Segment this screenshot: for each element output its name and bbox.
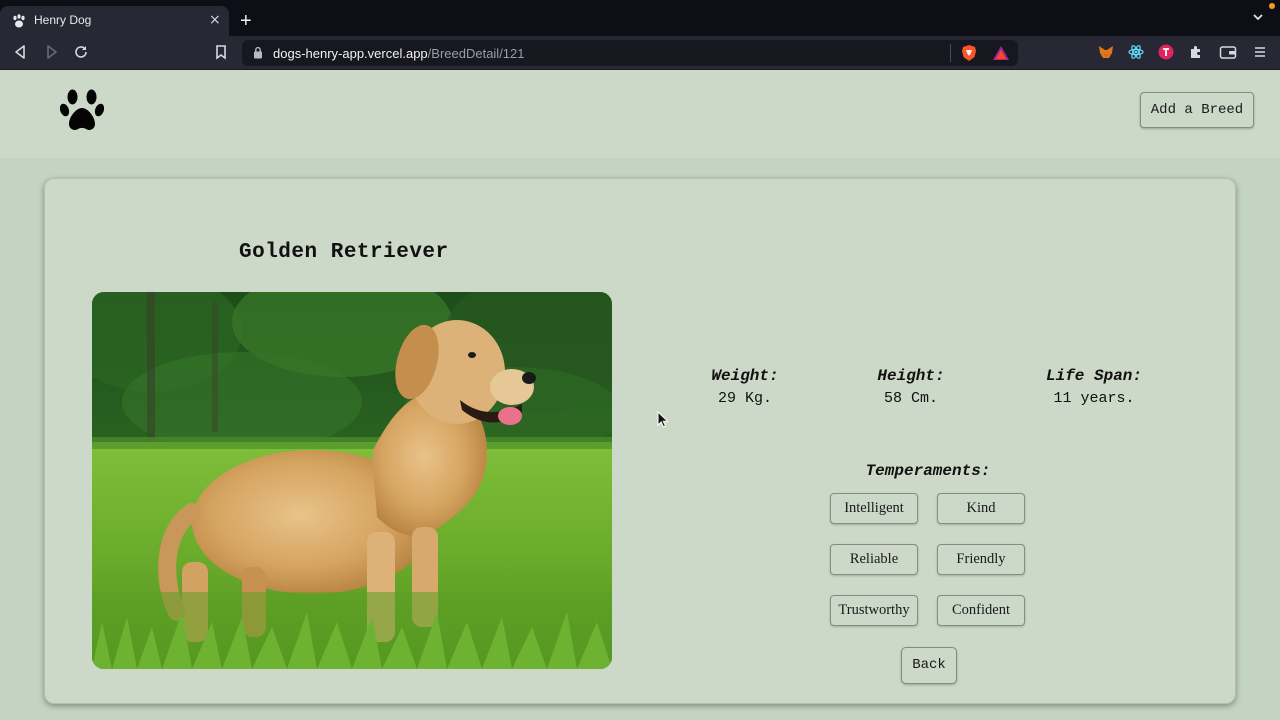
back-nav-icon[interactable] [13,44,29,60]
temperament-tag[interactable]: Reliable [830,544,918,575]
paw-favicon-icon [13,14,25,28]
address-bar[interactable]: dogs-henry-app.vercel.app/BreedDetail/12… [242,40,1018,66]
reload-icon[interactable] [73,44,89,60]
site-navbar: Add a Breed [0,70,1280,158]
forward-nav-icon[interactable] [43,44,59,60]
temperament-tag[interactable]: Intelligent [830,493,918,524]
breed-name-heading: Golden Retriever [239,241,449,264]
page-content: Add a Breed Golden Retriever Weight: 29 … [0,70,1280,720]
new-tab-icon[interactable]: + [240,11,252,31]
back-button[interactable]: Back [901,647,957,684]
tab-title: Henry Dog [34,13,92,27]
life-span-stat: Life Span: 11 years. [1014,367,1174,407]
temperament-tag[interactable]: Friendly [937,544,1025,575]
mouse-cursor-icon [657,411,669,428]
add-breed-button[interactable]: Add a Breed [1140,92,1254,128]
temperament-tag[interactable]: Trustworthy [830,595,918,626]
weight-label: Weight: [711,367,779,385]
weight-stat: Weight: 29 Kg. [665,367,825,407]
weight-value: 29 Kg. [717,390,772,407]
bookmark-icon[interactable] [214,44,228,60]
address-bar-divider [950,44,951,62]
temperament-tag[interactable]: Confident [937,595,1025,626]
browser-tab[interactable]: Henry Dog × [0,6,229,36]
wallet-icon[interactable] [1219,44,1237,60]
height-label: Height: [877,367,945,385]
url-text[interactable]: dogs-henry-app.vercel.app/BreedDetail/12… [273,46,525,61]
breed-photo [92,292,612,669]
life-span-value: 11 years. [1053,390,1135,407]
life-span-label: Life Span: [1045,367,1142,385]
breed-detail-card: Golden Retriever Weight: 29 Kg. Height: … [44,178,1236,704]
url-path: /BreedDetail/121 [427,46,525,61]
tab-close-icon[interactable]: × [209,12,221,28]
t-extension-icon[interactable] [1158,44,1174,60]
browser-tab-bar: Henry Dog × + [0,0,1280,36]
tab-search-chevron-icon[interactable] [1252,12,1264,22]
lock-icon[interactable] [253,46,263,59]
extensions-puzzle-icon[interactable] [1188,44,1204,60]
temperaments-heading: Temperaments: [865,462,991,480]
height-value: 58 Cm. [883,390,938,407]
metamask-fox-icon[interactable] [1098,44,1114,60]
brave-shields-icon[interactable] [960,44,978,62]
paw-logo-icon[interactable] [60,86,104,134]
brave-rewards-icon[interactable] [992,45,1010,61]
temperament-tag[interactable]: Kind [937,493,1025,524]
browser-menu-icon[interactable] [1253,44,1267,60]
height-stat: Height: 58 Cm. [831,367,991,407]
url-host: dogs-henry-app.vercel.app [273,46,428,61]
browser-toolbar: dogs-henry-app.vercel.app/BreedDetail/12… [0,36,1280,70]
react-devtools-icon[interactable] [1128,44,1144,60]
notification-dot [1269,3,1275,9]
